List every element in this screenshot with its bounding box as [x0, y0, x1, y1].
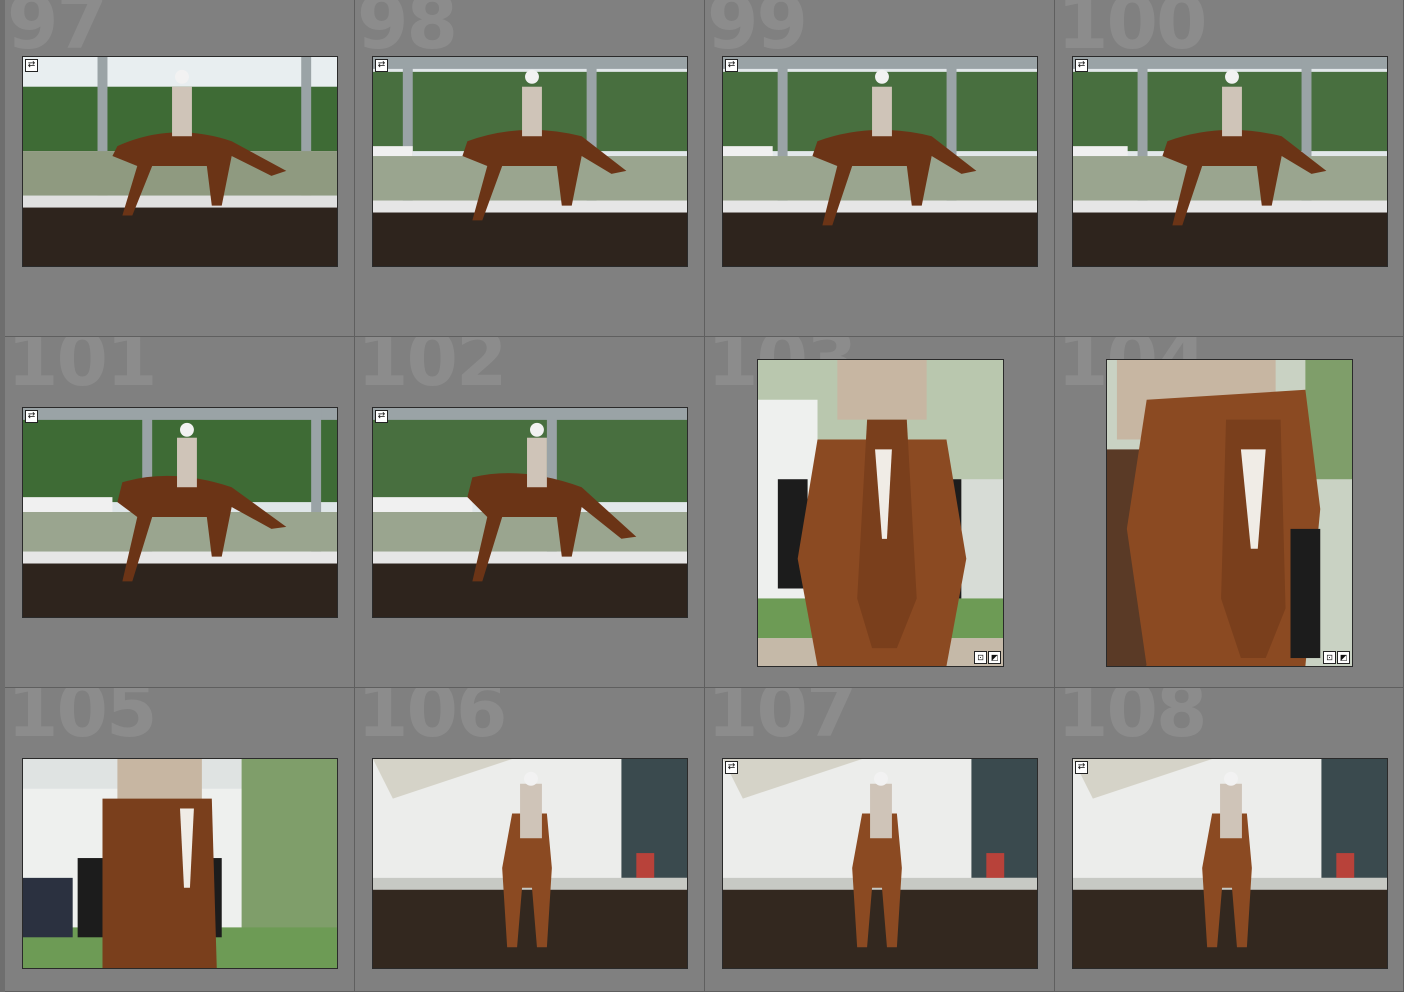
- cell-number: 100: [1057, 0, 1207, 66]
- sync-icon: ⇄: [1075, 761, 1088, 774]
- photo-thumbnail[interactable]: ⇄: [722, 56, 1038, 267]
- grid-cell-108[interactable]: 108 ⇄: [1055, 688, 1404, 992]
- photo-wide-mid: [373, 408, 687, 617]
- crop-icon: ⊡: [974, 651, 987, 664]
- grid-cell-98[interactable]: 98 ⇄: [355, 0, 705, 337]
- crop-icon: ⊡: [1323, 651, 1336, 664]
- grid-cell-104[interactable]: 104 ⊡ ◩: [1055, 337, 1404, 688]
- grid-cell-107[interactable]: 107 ⇄: [705, 688, 1055, 992]
- photo-wide-left: [23, 57, 337, 266]
- photo-thumbnail[interactable]: ⇄: [1072, 56, 1388, 267]
- grid-cell-102[interactable]: 102 ⇄: [355, 337, 705, 688]
- edit-icon: ◩: [988, 651, 1001, 664]
- photo-wide-mid: [1073, 57, 1387, 266]
- photo-thumbnail[interactable]: ⇄: [1072, 758, 1388, 969]
- photo-thumbnail[interactable]: [372, 758, 688, 969]
- photo-wide-left: [23, 408, 337, 617]
- photo-front: [373, 759, 687, 968]
- grid-cell-103[interactable]: 103 ⊡ ◩: [705, 337, 1055, 688]
- photo-thumbnail[interactable]: ⊡ ◩: [1106, 359, 1353, 667]
- photo-thumbnail[interactable]: ⇄: [722, 758, 1038, 969]
- sync-icon: ⇄: [375, 59, 388, 72]
- photo-front: [723, 759, 1037, 968]
- photo-thumbnail[interactable]: ⇄: [372, 56, 688, 267]
- sync-icon: ⇄: [25, 410, 38, 423]
- edit-badges: ⊡ ◩: [974, 651, 1001, 664]
- photo-wide-mid: [373, 57, 687, 266]
- grid-cell-105[interactable]: 105: [5, 688, 355, 992]
- photo-thumbnail[interactable]: [22, 758, 338, 969]
- sync-icon: ⇄: [725, 59, 738, 72]
- cell-number: 98: [357, 0, 458, 66]
- photo-thumbnail[interactable]: ⊡ ◩: [757, 359, 1004, 667]
- photo-thumbnail[interactable]: ⇄: [372, 407, 688, 618]
- edit-badges: ⊡ ◩: [1323, 651, 1350, 664]
- photo-wide-mid: [723, 57, 1037, 266]
- photo-thumbnail[interactable]: ⇄: [22, 56, 338, 267]
- grid-cell-106[interactable]: 106: [355, 688, 705, 992]
- cell-number: 102: [357, 337, 507, 403]
- cell-number: 108: [1057, 688, 1207, 754]
- photo-thumbnail[interactable]: ⇄: [22, 407, 338, 618]
- cell-number: 106: [357, 688, 507, 754]
- cell-number: 97: [7, 0, 108, 66]
- cell-number: 105: [7, 688, 157, 754]
- photo-front: [1073, 759, 1387, 968]
- sync-icon: ⇄: [1075, 59, 1088, 72]
- edit-icon: ◩: [1337, 651, 1350, 664]
- sync-icon: ⇄: [725, 761, 738, 774]
- photo-closer-portrait: [1107, 360, 1352, 666]
- sync-icon: ⇄: [375, 410, 388, 423]
- cell-number: 107: [707, 688, 857, 754]
- grid-cell-101[interactable]: 101 ⇄: [5, 337, 355, 688]
- photo-close-landscape: [23, 759, 337, 968]
- sync-icon: ⇄: [25, 59, 38, 72]
- photo-close-portrait: [758, 360, 1003, 666]
- grid-cell-100[interactable]: 100 ⇄: [1055, 0, 1404, 337]
- cell-number: 101: [7, 337, 157, 403]
- grid-cell-97[interactable]: 97 ⇄: [5, 0, 355, 337]
- grid-cell-99[interactable]: 99 ⇄: [705, 0, 1055, 337]
- cell-number: 99: [707, 0, 808, 66]
- filmstrip-grid: 97 ⇄ 98 ⇄ 99 ⇄ 100 ⇄ 101 ⇄ 102 ⇄ ⊡ ◩ ⊡ ◩…: [0, 0, 1404, 992]
